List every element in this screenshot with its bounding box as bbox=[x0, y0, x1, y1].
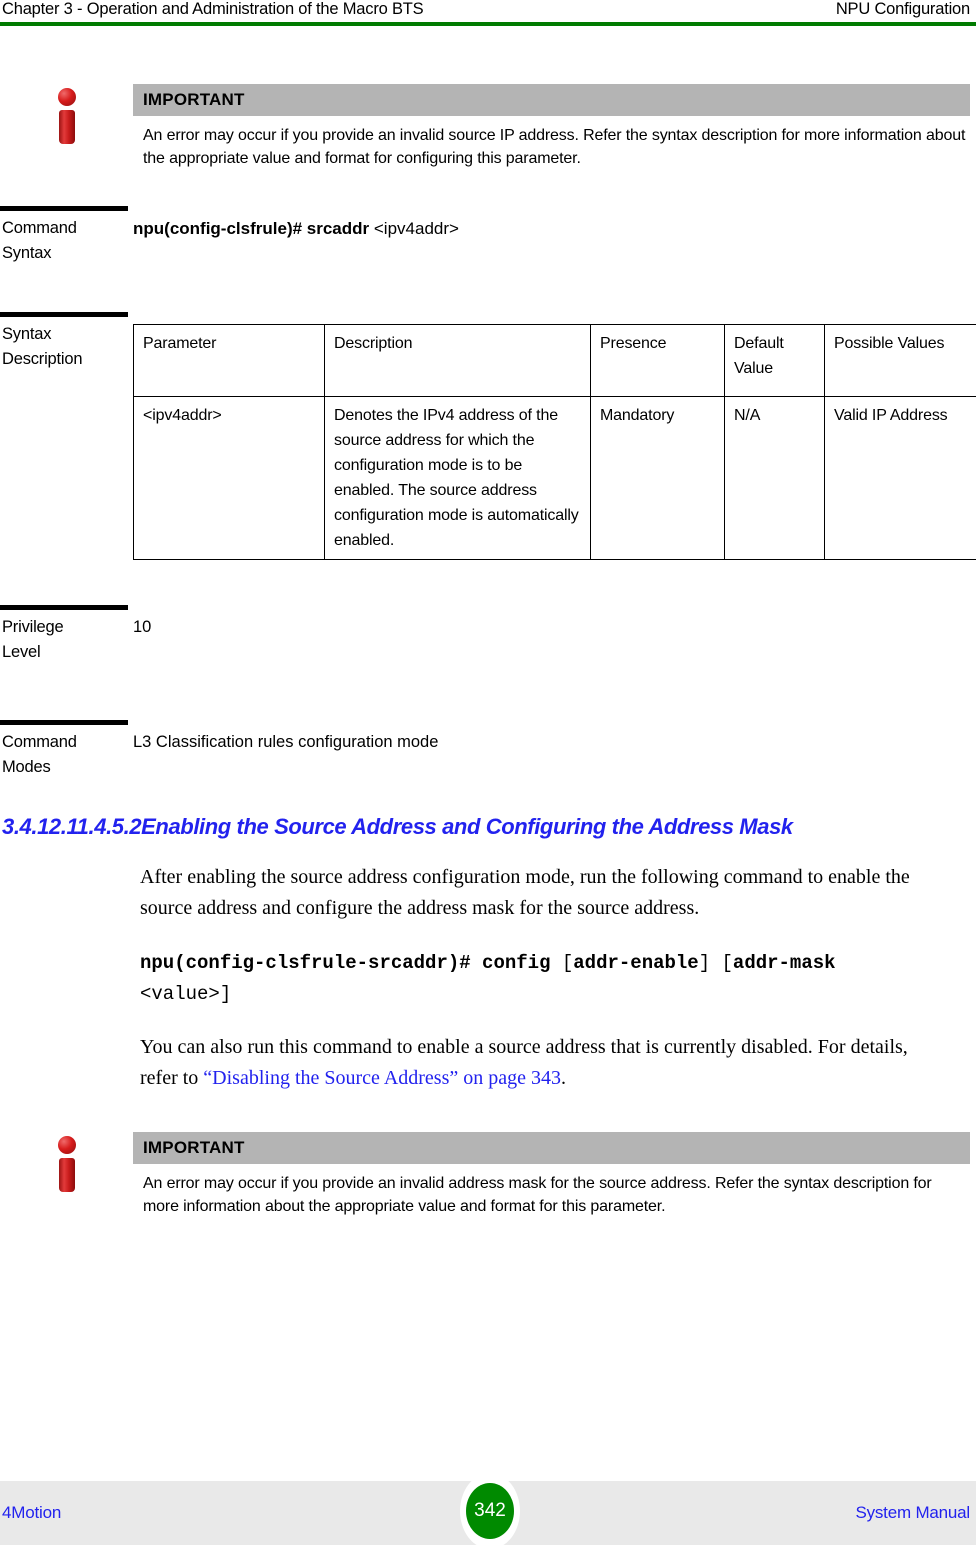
syntax-description-row: Syntax Description Parameter Description… bbox=[0, 312, 976, 560]
cell-default-value: N/A bbox=[725, 397, 825, 560]
section-heading: 3.4.12.11.4.5.2Enabling the Source Addre… bbox=[0, 812, 976, 842]
page-number-badge-wrap: 342 bbox=[460, 1473, 520, 1549]
page-number-badge: 342 bbox=[466, 1483, 514, 1539]
command-syntax-value: npu(config-clsfrule)# srcaddr <ipv4addr> bbox=[133, 216, 976, 241]
command-modes-row: Command Modes L3 Classification rules co… bbox=[0, 720, 976, 780]
field-inner: Syntax Description Parameter Description… bbox=[0, 312, 976, 560]
privilege-level-label: Privilege Level bbox=[0, 615, 133, 665]
info-icon-stem bbox=[59, 1158, 75, 1192]
cell-presence: Mandatory bbox=[591, 397, 725, 560]
command-modes-label-line2: Modes bbox=[2, 755, 133, 780]
info-icon-stem bbox=[59, 110, 75, 144]
header-section-title: NPU Configuration bbox=[836, 0, 970, 19]
important-note-bottom: IMPORTANT An error may occur if you prov… bbox=[0, 1132, 976, 1218]
info-icon-dot bbox=[58, 88, 76, 106]
command-block: npu(config-clsfrule-srcaddr)# config [ad… bbox=[0, 948, 976, 1010]
command-syntax-row: Command Syntax npu(config-clsfrule)# src… bbox=[0, 206, 976, 266]
command-option-addr-enable: addr-enable bbox=[573, 952, 698, 974]
command-syntax-label: Command Syntax bbox=[0, 216, 133, 266]
note-icon-cell bbox=[0, 84, 133, 146]
note-text: An error may occur if you provide an inv… bbox=[133, 116, 970, 170]
command-modes-label-line1: Command bbox=[2, 730, 133, 755]
note-title: IMPORTANT bbox=[143, 90, 245, 110]
column-header-default-value: Default Value bbox=[725, 325, 825, 397]
privilege-level-value: 10 bbox=[133, 615, 976, 640]
note-body: IMPORTANT An error may occur if you prov… bbox=[133, 1132, 976, 1218]
field-inner: Privilege Level 10 bbox=[0, 605, 976, 665]
info-icon bbox=[56, 1136, 78, 1194]
table-row: <ipv4addr> Denotes the IPv4 address of t… bbox=[134, 397, 976, 560]
note-body: IMPORTANT An error may occur if you prov… bbox=[133, 84, 976, 170]
field-rule bbox=[0, 206, 128, 211]
syntax-description-label-line2: Description bbox=[2, 347, 133, 372]
field-inner: Command Syntax npu(config-clsfrule)# src… bbox=[0, 206, 976, 266]
syntax-description-table-wrap: Parameter Description Presence Default V… bbox=[133, 322, 976, 560]
note-title-bar: IMPORTANT bbox=[133, 84, 970, 116]
footer-document-title: System Manual bbox=[855, 1503, 970, 1523]
command-syntax-command: npu(config-clsfrule)# srcaddr bbox=[133, 219, 369, 238]
command-modes-value: L3 Classification rules configuration mo… bbox=[133, 730, 976, 755]
field-rule bbox=[0, 720, 128, 725]
field-rule bbox=[0, 312, 128, 317]
command-syntax-label-line2: Syntax bbox=[2, 241, 133, 266]
table-body: <ipv4addr> Denotes the IPv4 address of t… bbox=[134, 397, 976, 560]
body-paragraph-2-after: . bbox=[561, 1067, 566, 1089]
privilege-level-label-line1: Privilege bbox=[2, 615, 133, 640]
cell-description: Denotes the IPv4 address of the source a… bbox=[325, 397, 591, 560]
column-header-description: Description bbox=[325, 325, 591, 397]
header-chapter-title: Chapter 3 - Operation and Administration… bbox=[2, 0, 423, 19]
body-paragraph-1: After enabling the source address config… bbox=[0, 862, 976, 924]
note-title: IMPORTANT bbox=[143, 1138, 245, 1158]
note-icon-cell bbox=[0, 1132, 133, 1194]
page-footer: 4Motion 342 System Manual bbox=[0, 1481, 976, 1545]
field-rule bbox=[0, 605, 128, 610]
cell-possible-values: Valid IP Address bbox=[825, 397, 976, 560]
important-note-top: IMPORTANT An error may occur if you prov… bbox=[0, 84, 976, 170]
cross-reference-link[interactable]: “Disabling the Source Address” on page 3… bbox=[203, 1067, 561, 1089]
command-bracket-open-2: [ bbox=[722, 952, 733, 974]
syntax-description-table: Parameter Description Presence Default V… bbox=[133, 324, 976, 560]
page-content: IMPORTANT An error may occur if you prov… bbox=[0, 26, 976, 1218]
command-modes-label: Command Modes bbox=[0, 730, 133, 780]
command-option-addr-mask: addr-mask bbox=[733, 952, 836, 974]
syntax-description-label: Syntax Description bbox=[0, 322, 133, 372]
footer-product-name: 4Motion bbox=[2, 1503, 61, 1523]
note-title-bar: IMPORTANT bbox=[133, 1132, 970, 1164]
syntax-description-label-line1: Syntax bbox=[2, 322, 133, 347]
privilege-level-row: Privilege Level 10 bbox=[0, 605, 976, 665]
cell-parameter: <ipv4addr> bbox=[134, 397, 325, 560]
column-header-possible-values: Possible Values bbox=[825, 325, 976, 397]
info-icon bbox=[56, 88, 78, 146]
privilege-level-label-line2: Level bbox=[2, 640, 133, 665]
table-header-row: Parameter Description Presence Default V… bbox=[134, 325, 976, 397]
note-text: An error may occur if you provide an inv… bbox=[133, 1164, 970, 1218]
info-icon-dot bbox=[58, 1136, 76, 1154]
command-prompt: npu(config-clsfrule-srcaddr)# config bbox=[140, 952, 550, 974]
command-bracket-open-1: [ bbox=[550, 952, 573, 974]
command-value-line: <value>] bbox=[140, 979, 956, 1010]
body-paragraph-2: You can also run this command to enable … bbox=[0, 1032, 976, 1094]
command-bracket-close-1: ] bbox=[699, 952, 722, 974]
table-head: Parameter Description Presence Default V… bbox=[134, 325, 976, 397]
command-syntax-argument: <ipv4addr> bbox=[374, 219, 459, 238]
command-syntax-label-line1: Command bbox=[2, 216, 133, 241]
column-header-parameter: Parameter bbox=[134, 325, 325, 397]
column-header-presence: Presence bbox=[591, 325, 725, 397]
field-inner: Command Modes L3 Classification rules co… bbox=[0, 720, 976, 780]
